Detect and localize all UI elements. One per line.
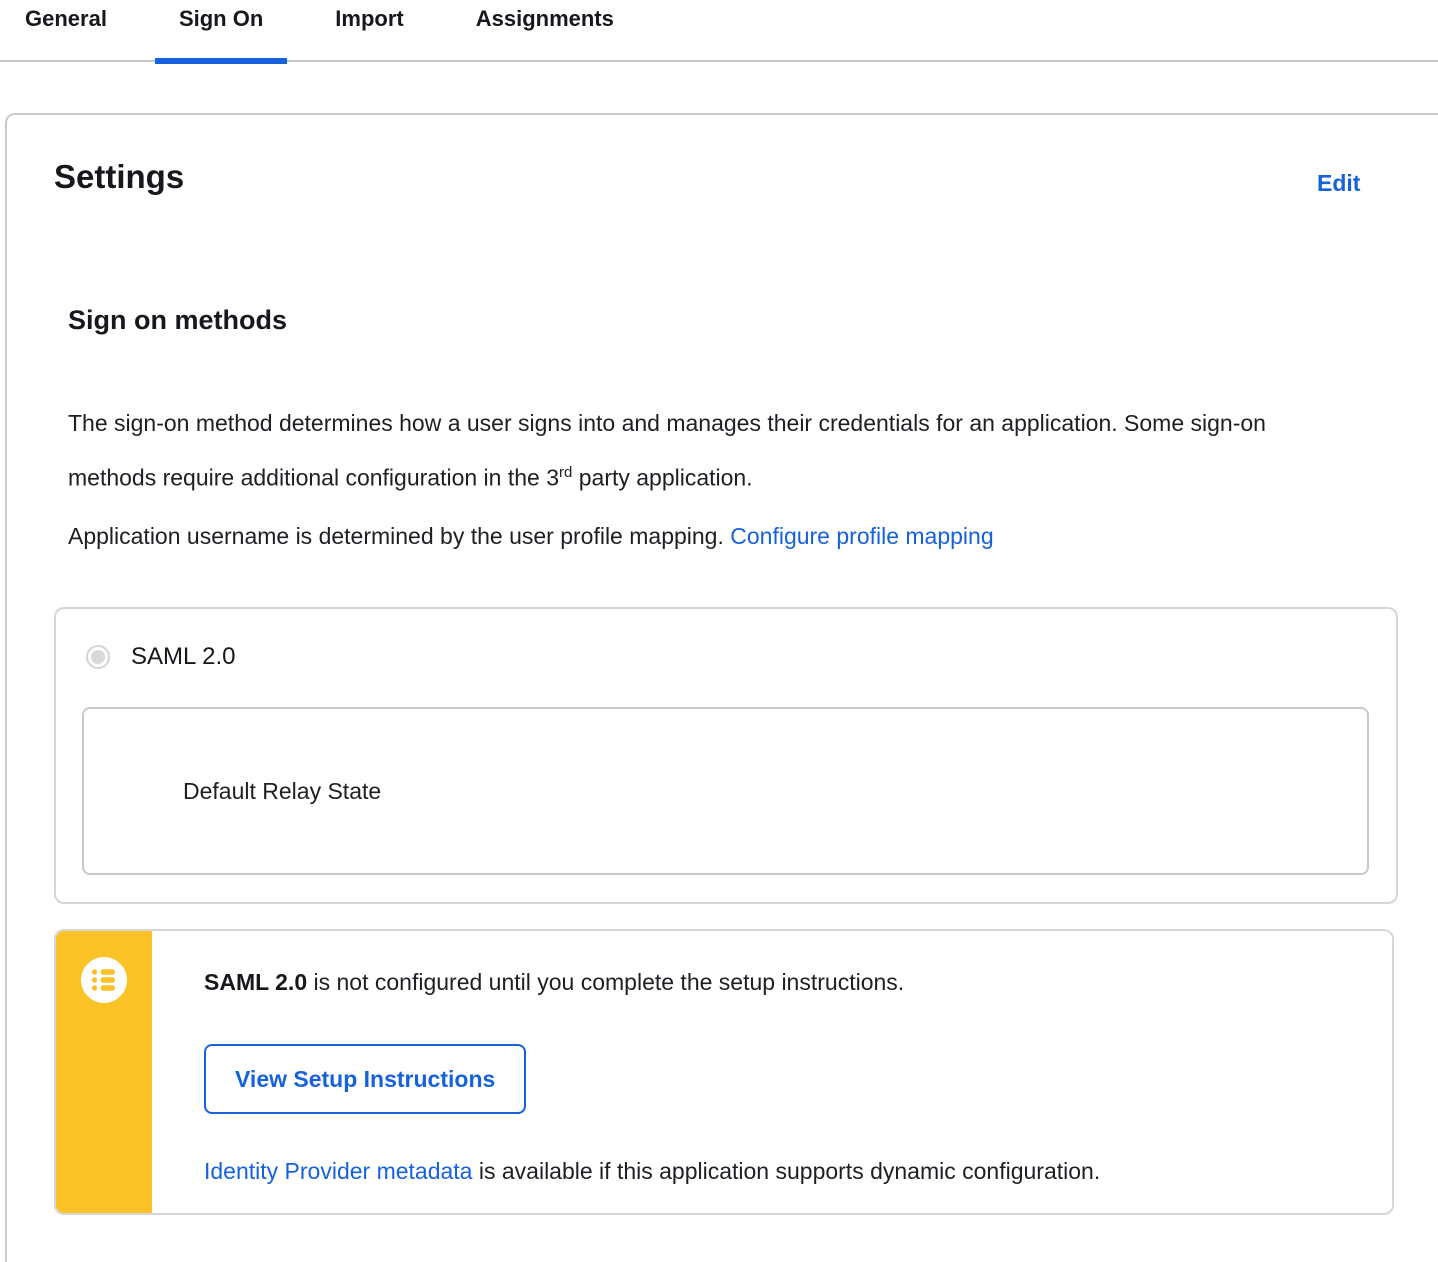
edit-button[interactable]: Edit <box>1317 170 1360 197</box>
tab-general[interactable]: General <box>1 0 131 62</box>
username-mapping-text: Application username is determined by th… <box>68 523 731 549</box>
list-icon <box>81 957 127 1003</box>
sign-on-methods-heading: Sign on methods <box>68 305 287 335</box>
warning-strip <box>56 931 152 1213</box>
ordinal-superscript: rd <box>559 464 573 481</box>
warning-content: SAML 2.0 is not configured until you com… <box>152 931 1392 1213</box>
sign-on-method-description: The sign-on method determines how a user… <box>68 399 1298 503</box>
relay-state-fieldset: Default Relay State <box>82 707 1369 875</box>
warning-message-bold: SAML 2.0 <box>204 969 308 995</box>
settings-card: Settings Edit Sign on methods The sign-o… <box>5 113 1438 1262</box>
saml-radio-label: SAML 2.0 <box>131 643 236 670</box>
app-tab-bar: General Sign On Import Assignments <box>0 0 1438 64</box>
default-relay-state-label: Default Relay State <box>183 777 382 804</box>
description-text-end: party application. <box>572 464 753 491</box>
username-mapping-description: Application username is determined by th… <box>68 521 1368 551</box>
saml-radio-row: SAML 2.0 <box>86 643 236 671</box>
tab-import[interactable]: Import <box>311 0 427 62</box>
configure-profile-mapping-link[interactable]: Configure profile mapping <box>730 523 993 549</box>
metadata-note-text: is available if this application support… <box>472 1158 1101 1184</box>
warning-message: SAML 2.0 is not configured until you com… <box>204 967 1352 997</box>
identity-provider-metadata-link[interactable]: Identity Provider metadata <box>204 1158 472 1184</box>
tab-assignments[interactable]: Assignments <box>452 0 638 62</box>
metadata-note: Identity Provider metadata is available … <box>204 1156 1352 1186</box>
view-setup-instructions-button[interactable]: View Setup Instructions <box>204 1044 527 1114</box>
saml-warning-banner: SAML 2.0 is not configured until you com… <box>54 929 1394 1215</box>
warning-message-text: is not configured until you complete the… <box>307 969 905 995</box>
saml-method-box: SAML 2.0 Default Relay State <box>54 607 1398 904</box>
tab-sign-on[interactable]: Sign On <box>154 0 288 64</box>
saml-radio-button[interactable] <box>86 645 110 669</box>
page-title: Settings <box>54 158 185 195</box>
